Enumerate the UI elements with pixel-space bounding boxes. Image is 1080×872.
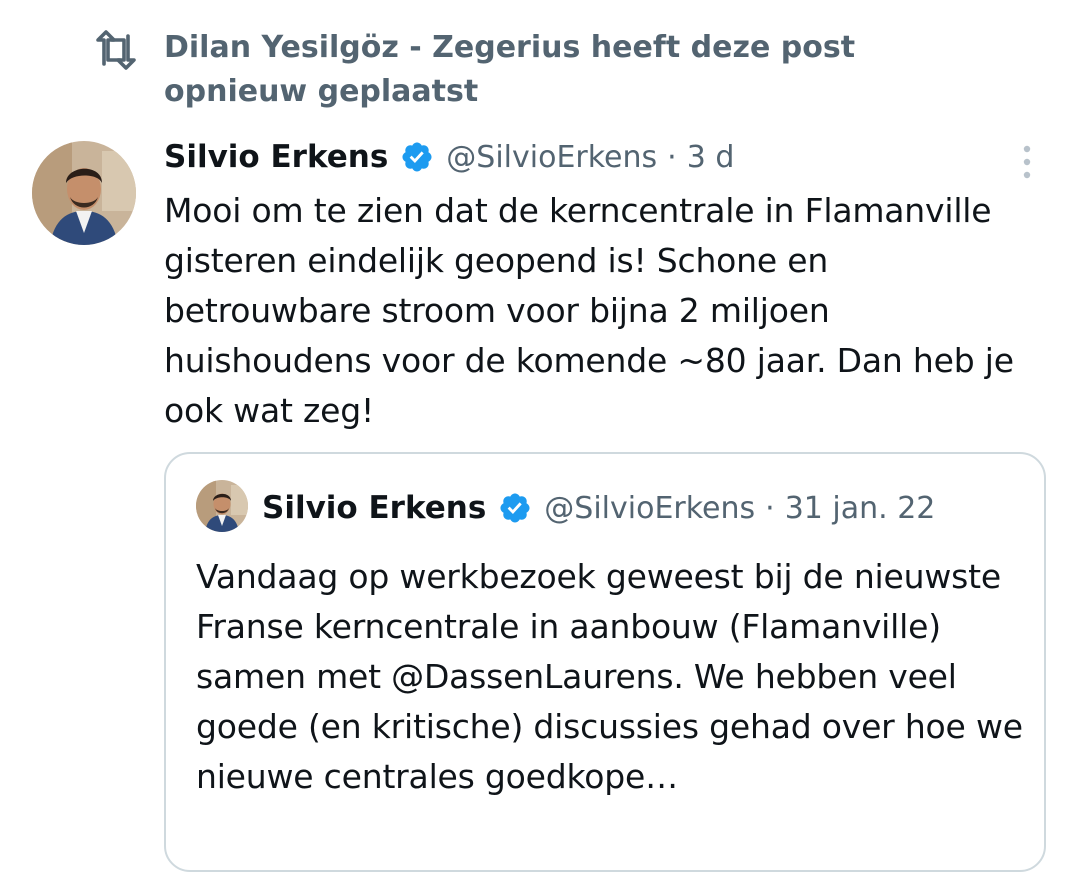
quoted-post-card[interactable]: Silvio Erkens @SilvioErkens · 31 jan. 22… (164, 452, 1046, 872)
author-name[interactable]: Silvio Erkens (164, 139, 388, 175)
quote-text: Vandaag op werkbezoek geweest bij de nie… (196, 557, 1023, 796)
more-options-icon[interactable] (1012, 144, 1042, 180)
quote-separator-dot: · (765, 490, 775, 526)
quote-avatar-image (196, 480, 248, 532)
quote-author-name[interactable]: Silvio Erkens (262, 490, 486, 526)
repost-text[interactable]: Dilan Yesilgöz - Zegerius heeft deze pos… (164, 26, 964, 114)
quote-avatar[interactable] (196, 480, 248, 532)
quote-header: Silvio Erkens @SilvioErkens · 31 jan. 22 (262, 484, 935, 532)
avatar[interactable] (32, 141, 136, 245)
quote-verified-badge-icon (500, 493, 530, 523)
verified-badge-icon[interactable] (400, 140, 434, 174)
quote-post-time: 31 jan. 22 (784, 490, 936, 526)
avatar-image (32, 141, 136, 245)
tweet-text: Mooi om te zien dat de kerncentrale in F… (164, 191, 1014, 430)
repost-icon (96, 30, 136, 70)
tweet-header: Silvio Erkens @SilvioErkens · 3 d (164, 133, 734, 181)
post-time[interactable]: 3 d (687, 140, 735, 175)
quote-author-handle: @SilvioErkens (544, 490, 756, 526)
repost-indicator[interactable]: Dilan Yesilgöz - Zegerius heeft deze pos… (94, 26, 994, 114)
separator-dot: · (667, 139, 677, 175)
author-handle[interactable]: @SilvioErkens (446, 140, 657, 175)
